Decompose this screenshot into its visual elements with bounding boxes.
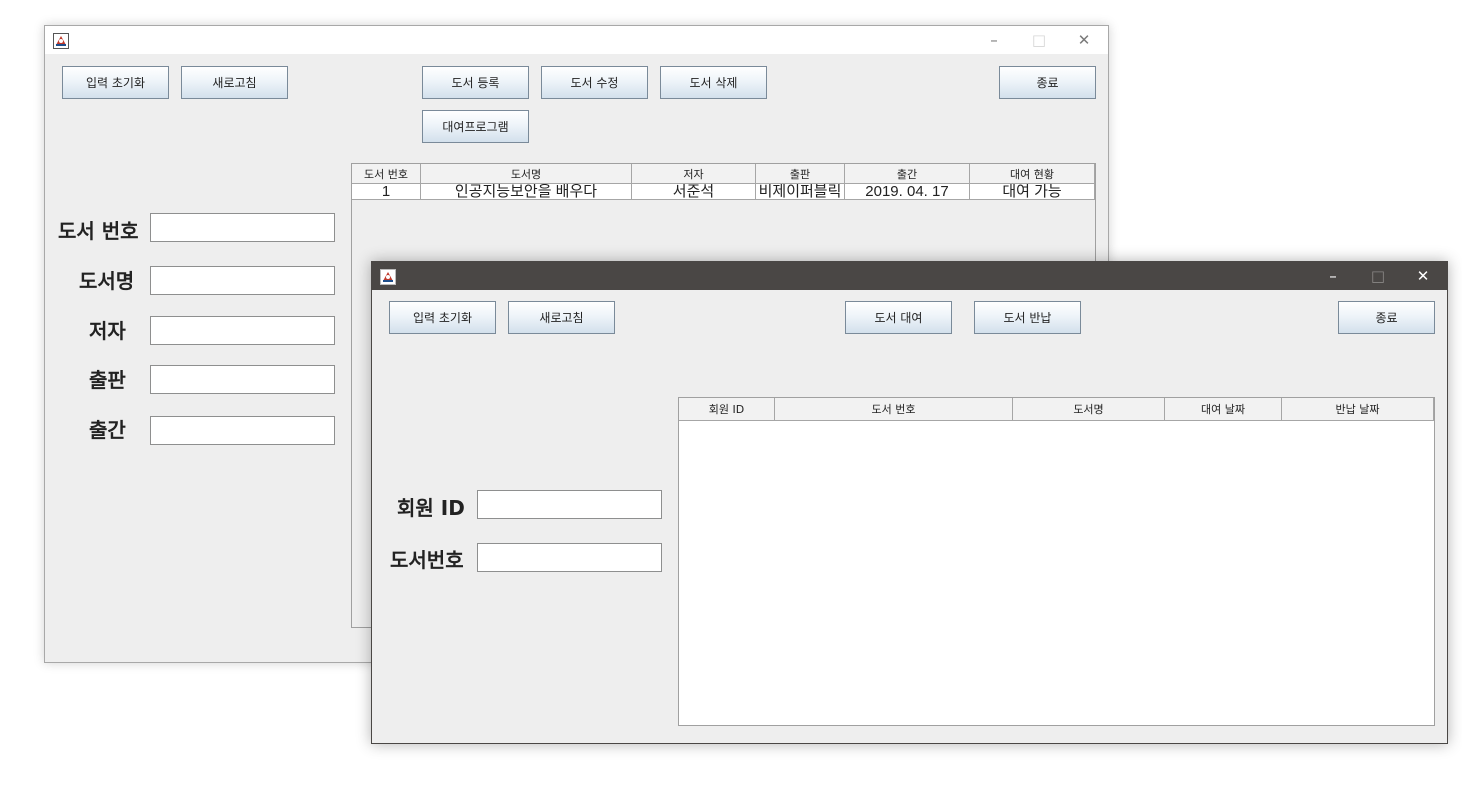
table-header: 도서 번호 도서명 저자 출판 출간 대여 현황 [352,164,1095,184]
table-cell: 인공지능보안을 배우다 [421,184,632,200]
table-cell: 1 [352,184,421,200]
close-button[interactable]: ✕ [1400,262,1446,290]
table-row[interactable]: 1 인공지능보안을 배우다 서준석 비제이퍼블릭 2019. 04. 17 대여… [352,184,1095,200]
edit-book-button[interactable]: 도서 수정 [541,66,648,99]
column-header[interactable]: 대여 현황 [970,164,1095,184]
maximize-button[interactable]: □ [1355,262,1401,290]
refresh-button[interactable]: 새로고침 [181,66,288,99]
title-bar[interactable]: – □ ✕ [372,262,1447,290]
maximize-button[interactable]: □ [1016,26,1062,54]
author-label: 저자 [89,319,126,343]
rental-table[interactable]: 회원 ID 도서 번호 도서명 대여 날짜 반납 날짜 [678,397,1435,726]
column-header[interactable]: 도서명 [421,164,632,184]
return-book-button[interactable]: 도서 반납 [974,301,1081,334]
book-title-field[interactable] [150,266,335,295]
table-cell: 2019. 04. 17 [845,184,970,200]
exit-button[interactable]: 종료 [1338,301,1435,334]
table-cell: 대여 가능 [970,184,1095,200]
column-header[interactable]: 도서 번호 [775,398,1013,421]
table-header: 회원 ID 도서 번호 도서명 대여 날짜 반납 날짜 [679,398,1434,421]
book-title-label: 도서명 [79,269,135,293]
rental-program-window: – □ ✕ 입력 초기화 새로고침 도서 대여 도서 반납 종료 회원 ID 도… [371,261,1448,744]
book-number-field[interactable] [477,543,662,572]
column-header[interactable]: 도서명 [1013,398,1165,421]
minimize-button[interactable]: – [1310,262,1356,290]
rental-program-button[interactable]: 대여프로그램 [422,110,529,143]
column-header[interactable]: 회원 ID [679,398,775,421]
publisher-field[interactable] [150,365,335,394]
book-number-label: 도서번호 [390,548,464,572]
register-book-button[interactable]: 도서 등록 [422,66,529,99]
column-header[interactable]: 반납 날짜 [1282,398,1434,421]
column-header[interactable]: 출판 [756,164,845,184]
close-button[interactable]: ✕ [1061,26,1107,54]
book-number-label: 도서 번호 [58,219,139,243]
refresh-button[interactable]: 새로고침 [508,301,615,334]
member-id-field[interactable] [477,490,662,519]
reset-input-button[interactable]: 입력 초기화 [389,301,496,334]
published-date-label: 출간 [89,418,126,442]
delete-book-button[interactable]: 도서 삭제 [660,66,767,99]
table-cell: 비제이퍼블릭 [756,184,845,200]
reset-input-button[interactable]: 입력 초기화 [62,66,169,99]
column-header[interactable]: 출간 [845,164,970,184]
author-field[interactable] [150,316,335,345]
exit-button[interactable]: 종료 [999,66,1096,99]
published-date-field[interactable] [150,416,335,445]
column-header[interactable]: 도서 번호 [352,164,421,184]
java-app-icon [380,269,396,285]
column-header[interactable]: 저자 [632,164,756,184]
rent-book-button[interactable]: 도서 대여 [845,301,952,334]
column-header[interactable]: 대여 날짜 [1165,398,1282,421]
table-cell: 서준석 [632,184,756,200]
book-number-field[interactable] [150,213,335,242]
java-app-icon [53,33,69,49]
publisher-label: 출판 [89,368,126,392]
title-bar[interactable]: – □ ✕ [45,26,1108,54]
minimize-button[interactable]: – [971,26,1017,54]
member-id-label: 회원 ID [397,496,465,520]
